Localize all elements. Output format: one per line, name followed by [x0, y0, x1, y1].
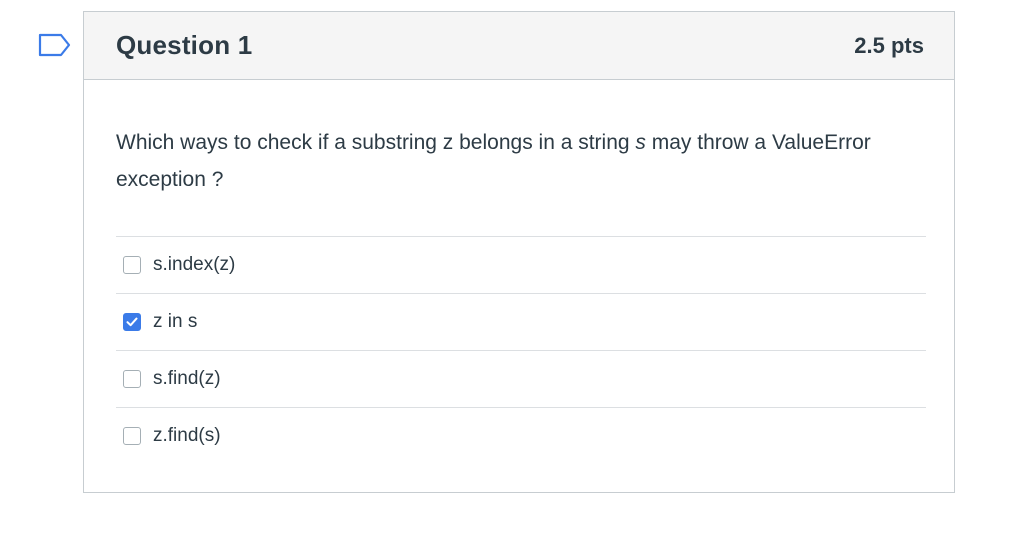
answer-option-4[interactable]: z.find(s) [116, 407, 926, 464]
question-body: Which ways to check if a substring z bel… [84, 80, 954, 464]
quiz-page: Question 1 2.5 pts Which ways to check i… [0, 0, 1024, 551]
answer-checkbox[interactable] [123, 427, 141, 445]
answer-list: s.index(z) z in s s.find(z) z.find(s) [116, 236, 926, 464]
answer-checkbox[interactable] [123, 370, 141, 388]
answer-option-3[interactable]: s.find(z) [116, 350, 926, 407]
question-text-start: Which ways to check if a substring z bel… [116, 131, 636, 154]
answer-label: z.find(s) [153, 425, 221, 446]
answer-option-1[interactable]: s.index(z) [116, 236, 926, 293]
answer-label: s.find(z) [153, 368, 221, 389]
question-text-variable: s [635, 131, 646, 154]
question-text: Which ways to check if a substring z bel… [116, 124, 876, 198]
answer-label: z in s [153, 311, 198, 332]
question-card: Question 1 2.5 pts Which ways to check i… [83, 11, 955, 493]
checkmark-icon [126, 317, 138, 327]
flag-question-icon[interactable] [38, 33, 72, 57]
answer-checkbox[interactable] [123, 313, 141, 331]
answer-option-2[interactable]: z in s [116, 293, 926, 350]
question-title: Question 1 [116, 30, 253, 60]
question-points: 2.5 pts [854, 32, 924, 58]
question-header: Question 1 2.5 pts [84, 12, 954, 80]
answer-label: s.index(z) [153, 254, 236, 275]
answer-checkbox[interactable] [123, 256, 141, 274]
